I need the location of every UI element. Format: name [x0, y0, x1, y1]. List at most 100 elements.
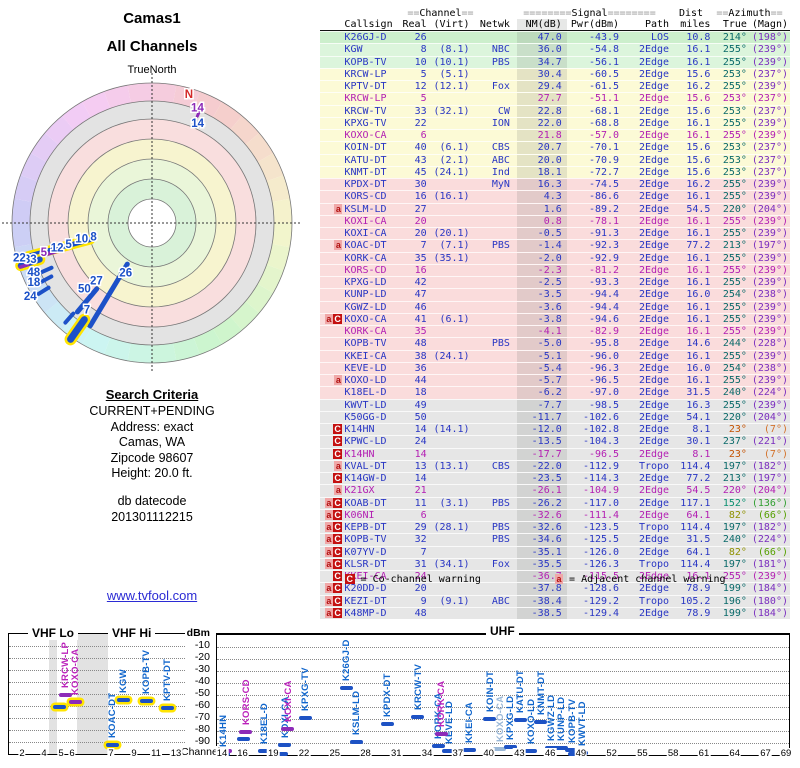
signal-bar	[534, 720, 547, 724]
vhf-channel-tick: 13	[170, 748, 183, 759]
uhf-channel-tick: 34	[421, 748, 434, 759]
table-row: KEVE-LD36-5.4-96.32Edge16.0254°(238°)	[320, 362, 790, 374]
uhf-channel-tick: 61	[698, 748, 711, 759]
bar-label: KPDX-DT	[382, 674, 393, 718]
tvfool-link[interactable]: www.tvfool.com	[107, 588, 197, 603]
channel-axis-title: Channel	[181, 746, 220, 758]
co-channel-badge: C	[345, 574, 355, 584]
gridline	[9, 670, 185, 671]
uhf-title: UHF	[486, 624, 519, 638]
signal-bar	[53, 705, 66, 709]
table-row: KPDX-DT30MyN16.3-74.52Edge16.2255°(239°)	[320, 178, 790, 190]
gridline	[9, 730, 185, 731]
uhf-channel-tick: 52	[605, 748, 618, 759]
radar-channel-label: 5	[65, 239, 72, 251]
adjacent-channel-badge: a	[334, 204, 342, 214]
radar-channel-label: 22	[13, 252, 26, 264]
adjacent-channel-badge: a	[325, 522, 333, 532]
criteria-line: Zipcode 98607	[2, 451, 302, 465]
dbm-tick-label: -10	[184, 639, 210, 651]
adjacent-channel-badge: a	[325, 498, 333, 508]
co-channel-text: = Co-channel warning	[361, 574, 481, 585]
table-row: K18EL-D18-6.2-97.02Edge31.5240°(224°)	[320, 386, 790, 398]
radar-channel-label: 18	[27, 277, 40, 289]
signal-table: ==Channel==========Signal========Dist==A…	[320, 8, 790, 619]
co-channel-badge: C	[333, 534, 343, 544]
table-row: KOXI-CA20(20.1)-0.5-91.32Edge16.1255°(23…	[320, 227, 790, 239]
table-row: aCKOPB-TV32PBS-34.6-125.52Edge31.5240°(2…	[320, 533, 790, 545]
table-row: aCKOAB-DT11(3.1)PBS-26.2-117.02Edge117.1…	[320, 497, 790, 509]
table-row: CK14HN14-17.7-96.52Edge8.123°(7°)	[320, 448, 790, 460]
table-row: aKVAL-DT13(13.1)CBS-22.0-112.9Tropo114.4…	[320, 460, 790, 472]
gridline	[9, 706, 185, 707]
dbm-tick-label: -60	[184, 699, 210, 711]
adjacent-channel-badge: a	[325, 534, 333, 544]
signal-bar	[381, 722, 394, 726]
bar-label: KKEI-CA	[464, 702, 475, 743]
table-row: aKSLM-LD271.6-89.22Edge54.5220°(204°)	[320, 203, 790, 215]
bar-label: KORS-CD	[241, 680, 252, 726]
co-channel-badge: C	[333, 571, 343, 581]
uhf-channel-tick: 25	[329, 748, 342, 759]
radar-channel-label: 7	[84, 304, 90, 316]
co-channel-badge: C	[333, 522, 343, 532]
vhf-channel-tick: 6	[68, 748, 75, 759]
table-row: aCKEPB-DT29(28.1)PBS-32.6-123.5Tropo114.…	[320, 521, 790, 533]
uhf-channel-tick: 22	[298, 748, 311, 759]
vhf-channel-tick: 2	[18, 748, 25, 759]
search-criteria-title: Search Criteria	[2, 387, 302, 402]
bar-label: KRCW-TV	[413, 664, 424, 710]
criteria-line: Height: 20.0 ft.	[2, 466, 302, 480]
radar-chart: 2627507481824810512533221414N	[0, 71, 304, 375]
criteria-datecode_value: 201301112215	[2, 510, 302, 524]
adjacent-channel-badge: a	[325, 547, 333, 557]
radar-channel-label: 14	[191, 118, 204, 130]
vhf-hi-title: VHF Hi	[108, 626, 155, 640]
adjacent-channel-badge: a	[325, 596, 333, 606]
criteria-datecode_label: db datecode	[2, 494, 302, 508]
radar-channel-label: 8	[90, 231, 97, 243]
dbm-tick-label: -30	[184, 663, 210, 675]
uhf-channel-tick: 37	[452, 748, 465, 759]
signal-bar	[411, 715, 424, 719]
radar-wedge	[12, 199, 32, 223]
table-row: aK21GX21-26.1-104.92Edge54.5220°(204°)	[320, 484, 790, 496]
table-row: KATU-DT43(2.1)ABC20.0-70.92Edge15.6253°(…	[320, 154, 790, 166]
table-row: KPTV-DT12(12.1)Fox29.4-61.52Edge16.2255°…	[320, 80, 790, 92]
co-channel-legend: C = Co-channel warning	[345, 574, 481, 585]
table-row: aKOXO-LD44-5.7-96.52Edge16.1255°(239°)	[320, 374, 790, 386]
table-row: aCK06NI6-32.6-111.42Edge64.182°(66°)	[320, 509, 790, 521]
table-row: KRCW-LP5(5.1)30.4-60.52Edge15.6253°(237°…	[320, 68, 790, 80]
table-row: KPXG-TV22ION22.0-68.82Edge16.1255°(239°)	[320, 117, 790, 129]
co-channel-badge: C	[333, 473, 343, 483]
radar-wedge	[272, 199, 292, 223]
dbm-tick-label: -50	[184, 687, 210, 699]
table-row: aCKLSR-DT31(34.1)Fox-35.5-126.3Tropo114.…	[320, 558, 790, 570]
criteria-line: Address: exact	[2, 420, 302, 434]
adjacent-channel-badge: a	[325, 510, 333, 520]
bar-label: KSLM-LD	[351, 691, 362, 735]
signal-bar	[239, 730, 252, 734]
radar-wedge	[152, 83, 176, 103]
signal-bar	[161, 706, 174, 710]
bar-label: KWVT-LD	[577, 702, 588, 747]
bar-label: KOXO-CA	[70, 649, 81, 695]
gridline	[9, 646, 185, 647]
table-row: KKEI-CA38(24.1)-5.1-96.02Edge16.1255°(23…	[320, 350, 790, 362]
adjacent-channel-text: = Adjacent channel warning	[569, 574, 726, 585]
page-subtitle: All Channels	[2, 38, 302, 55]
adjacent-channel-badge: a	[325, 314, 333, 324]
vhf-lo-title: VHF Lo	[28, 626, 78, 640]
bar-label: K14HN	[218, 715, 229, 747]
radar-wedge	[128, 343, 152, 363]
gridline	[217, 743, 789, 744]
radar-channel-label: 50	[78, 283, 91, 295]
signal-bar	[340, 686, 353, 690]
signal-bar	[299, 716, 312, 720]
page-title: Camas1	[2, 10, 302, 27]
co-channel-badge: C	[333, 510, 343, 520]
adjacent-channel-badge: a	[334, 461, 342, 471]
radar-channel-label: 26	[119, 267, 132, 279]
gridline	[9, 682, 185, 683]
radar-wedge	[272, 223, 292, 247]
